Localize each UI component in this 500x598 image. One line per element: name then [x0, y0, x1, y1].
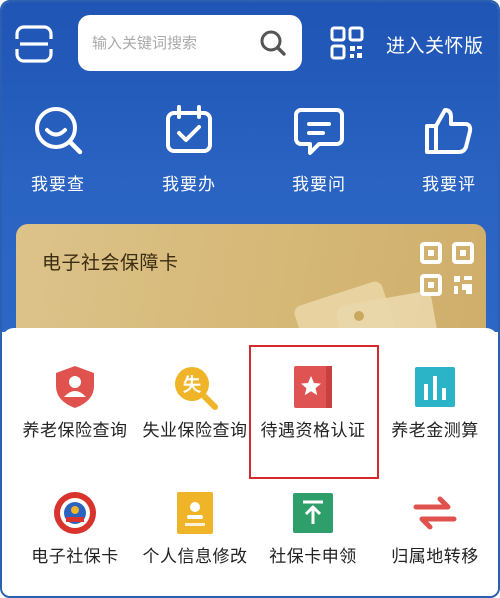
service-unemployment-query[interactable]: 失 失业保险查询	[140, 364, 250, 443]
id-card-icon	[177, 492, 213, 534]
highlight-box	[249, 345, 379, 479]
search-face-icon	[35, 107, 83, 155]
quick-action-label: 我要办	[162, 175, 216, 195]
svg-text:失: 失	[183, 374, 202, 396]
service-label: 社保卡申领	[269, 547, 357, 567]
shield-person-icon	[56, 366, 94, 408]
service-personal-info-edit[interactable]: 个人信息修改	[140, 490, 250, 569]
search-input[interactable]	[92, 30, 242, 56]
transfer-arrows-icon	[413, 496, 457, 530]
service-label: 电子社保卡	[31, 547, 119, 567]
calendar-check-icon	[166, 105, 212, 153]
service-pension-query[interactable]: 养老保险查询	[20, 364, 130, 443]
care-version-link[interactable]: 进入关怀版	[386, 31, 484, 58]
quick-action-handle[interactable]: 我要办	[144, 102, 234, 195]
card-qr-code-icon[interactable]	[420, 242, 474, 296]
service-location-transfer[interactable]: 归属地转移	[380, 490, 490, 569]
service-card-application[interactable]: 社保卡申领	[258, 490, 368, 569]
quick-action-rate[interactable]: 我要评	[404, 102, 494, 195]
service-label: 失业保险查询	[142, 421, 248, 441]
scan-menu-button[interactable]	[14, 24, 54, 64]
quick-action-label: 我要问	[292, 175, 346, 195]
quick-action-ask[interactable]: 我要问	[274, 102, 364, 195]
scan-frame-icon	[14, 25, 54, 63]
service-label: 个人信息修改	[142, 547, 248, 567]
unemployment-search-icon: 失	[175, 367, 218, 410]
service-label: 归属地转移	[391, 547, 479, 567]
badge-emblem-icon	[54, 492, 96, 534]
download-tray-icon	[293, 493, 333, 533]
search-icon[interactable]	[258, 28, 288, 58]
search-box[interactable]	[78, 15, 302, 71]
service-pension-calculator[interactable]: 养老金测算	[380, 364, 490, 443]
card-title: 电子社会保障卡	[42, 252, 179, 274]
chat-bubble-icon	[294, 108, 344, 155]
quick-action-query[interactable]: 我要查	[13, 102, 103, 195]
thumbs-up-icon	[425, 108, 473, 154]
bar-chart-icon	[415, 367, 455, 407]
qr-code-icon[interactable]	[330, 26, 364, 60]
quick-action-label: 我要查	[31, 175, 85, 195]
quick-action-label: 我要评	[422, 175, 476, 195]
service-label: 养老金测算	[391, 421, 479, 441]
service-label: 养老保险查询	[22, 421, 128, 441]
app-frame: 进入关怀版 我要查 我要办 我要问	[0, 0, 500, 598]
service-electronic-card[interactable]: 电子社保卡	[20, 490, 130, 569]
